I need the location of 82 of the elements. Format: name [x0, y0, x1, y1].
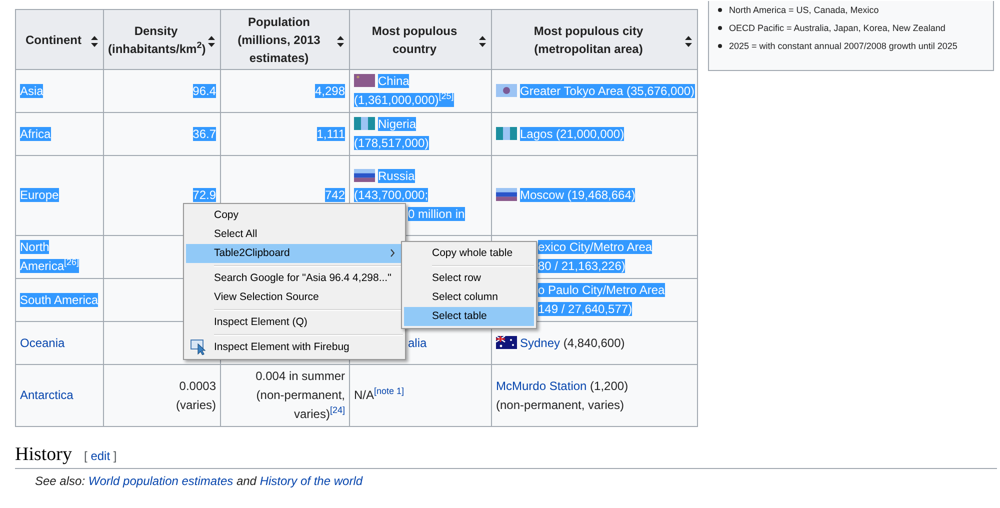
- flag-icon: [354, 117, 375, 130]
- link[interactable]: [note 1]: [374, 388, 404, 402]
- flag-icon: [354, 74, 375, 87]
- cell-text: 72.9: [192, 188, 216, 202]
- cell-text: McMurdo Station (1,200): [496, 378, 628, 392]
- cell-text: Nigeria: [378, 117, 416, 131]
- cell-text: N/A$^{[note 1]}$: [354, 388, 404, 402]
- cell-text: Russia: [378, 169, 415, 183]
- cell-text: (143,700,000;: [354, 188, 428, 202]
- cell-text: (178,517,000): [354, 136, 429, 150]
- cell-text: Lagos (21,000,000): [520, 126, 624, 140]
- section-heading: History: [15, 443, 72, 467]
- bullet-icon: [718, 8, 722, 12]
- column-header[interactable]: Most populous country: [350, 10, 492, 70]
- cell-text: 4,298: [314, 84, 345, 98]
- menu-item[interactable]: Select All: [186, 225, 403, 244]
- column-label: Population (millions, 2013 estimates): [238, 14, 320, 64]
- see-also-text: See also: World population estimates and History of the world: [35, 474, 364, 488]
- menu-item[interactable]: Select column: [404, 288, 534, 307]
- cell-text: (varies): [176, 398, 216, 412]
- menu-item[interactable]: Copy: [186, 206, 403, 225]
- cell-text: South America: [20, 292, 98, 306]
- cell-text: Europe: [20, 188, 59, 202]
- cell-text: 149 / 27,640,577): [538, 302, 632, 316]
- note-text: North America = US, Canada, Mexico: [729, 5, 879, 15]
- note-text: 2025 = with constant annual 2007/2008 growth until 2025: [729, 41, 958, 51]
- cell-text: North: [20, 240, 50, 254]
- link[interactable]: [24]: [330, 407, 345, 421]
- cell-text: (non-permanent,: [256, 388, 345, 402]
- link[interactable]: McMurdo Station: [496, 378, 587, 392]
- flag-icon: [496, 188, 517, 201]
- cell-text: Greater Tokyo Area (35,676,000): [520, 84, 695, 98]
- column-label: Density (inhabitants/km$^{2}$): [108, 24, 206, 56]
- link[interactable]: History of the world: [260, 474, 363, 488]
- column-label: Most populous country: [372, 24, 458, 56]
- column-label: Continent: [26, 32, 82, 46]
- cell-text: 0.004 in summer: [256, 369, 345, 383]
- menu-item[interactable]: Select row: [404, 269, 534, 288]
- column-header[interactable]: Population (millions, 2013 estimates): [220, 10, 350, 70]
- menu-item[interactable]: Search Google for "Asia 96.4 4,298...": [186, 269, 403, 288]
- cell-text: varies)$^{[24]}$: [294, 407, 345, 421]
- cell-text: 0 million in: [408, 207, 465, 221]
- cell-text: 96.4: [192, 84, 216, 98]
- flag-icon: [354, 169, 375, 182]
- column-header[interactable]: Most populous city (metropolitan area): [492, 10, 698, 70]
- bullet-icon: [718, 26, 722, 30]
- cell-text: 742: [324, 188, 345, 202]
- column-header[interactable]: Density (inhabitants/km$^{2}$): [104, 10, 220, 70]
- edit-link[interactable]: edit: [90, 449, 110, 463]
- cell-text: (1,361,000,000)$^{[25]}$: [354, 93, 454, 107]
- link[interactable]: Sydney: [520, 336, 560, 350]
- cell-text: (non-permanent, varies): [496, 398, 624, 412]
- flag-icon: [496, 126, 517, 140]
- bullet-icon: [718, 44, 722, 48]
- bracket: [: [84, 449, 88, 463]
- link[interactable]: World population estimates: [88, 474, 234, 488]
- cell-text: Moscow (19,468,664): [520, 188, 636, 202]
- cell-text: 36.7: [192, 126, 216, 140]
- link[interactable]: Antarctica: [20, 388, 74, 402]
- column-header[interactable]: Continent: [16, 10, 104, 70]
- cell-text: 1,111: [316, 126, 345, 140]
- menu-item[interactable]: View Selection Source: [186, 288, 403, 307]
- note-text: OECD Pacific = Australia, Japan, Korea, New Zealand: [729, 23, 946, 33]
- flag-icon: [496, 336, 517, 348]
- menu-item[interactable]: Inspect Element (Q): [186, 313, 403, 332]
- flag-icon: [496, 84, 517, 96]
- bracket: ]: [113, 449, 117, 463]
- cell-text: 80 / 21,163,226): [538, 259, 626, 273]
- cell-text: Africa: [20, 126, 51, 140]
- cell-text: Sydney (4,840,600): [520, 336, 625, 350]
- cell-text: o Paulo City/Metro Area: [538, 283, 665, 297]
- chevron-right-icon: [390, 249, 395, 257]
- link[interactable]: Oceania: [20, 336, 65, 350]
- cell-text: exico City/Metro Area: [538, 240, 652, 254]
- cell-text: America$^{[26]}$: [20, 259, 80, 273]
- link[interactable]: alia: [408, 336, 427, 350]
- menu-item[interactable]: Copy whole table: [404, 244, 534, 263]
- menu-item[interactable]: Inspect Element with Firebug: [186, 338, 403, 357]
- column-label: Most populous city (metropolitan area): [534, 24, 644, 56]
- menu-item[interactable]: Select table: [404, 307, 534, 326]
- menu-item[interactable]: Table2Clipboard: [186, 244, 403, 263]
- cell-text: 0.0003: [179, 378, 216, 392]
